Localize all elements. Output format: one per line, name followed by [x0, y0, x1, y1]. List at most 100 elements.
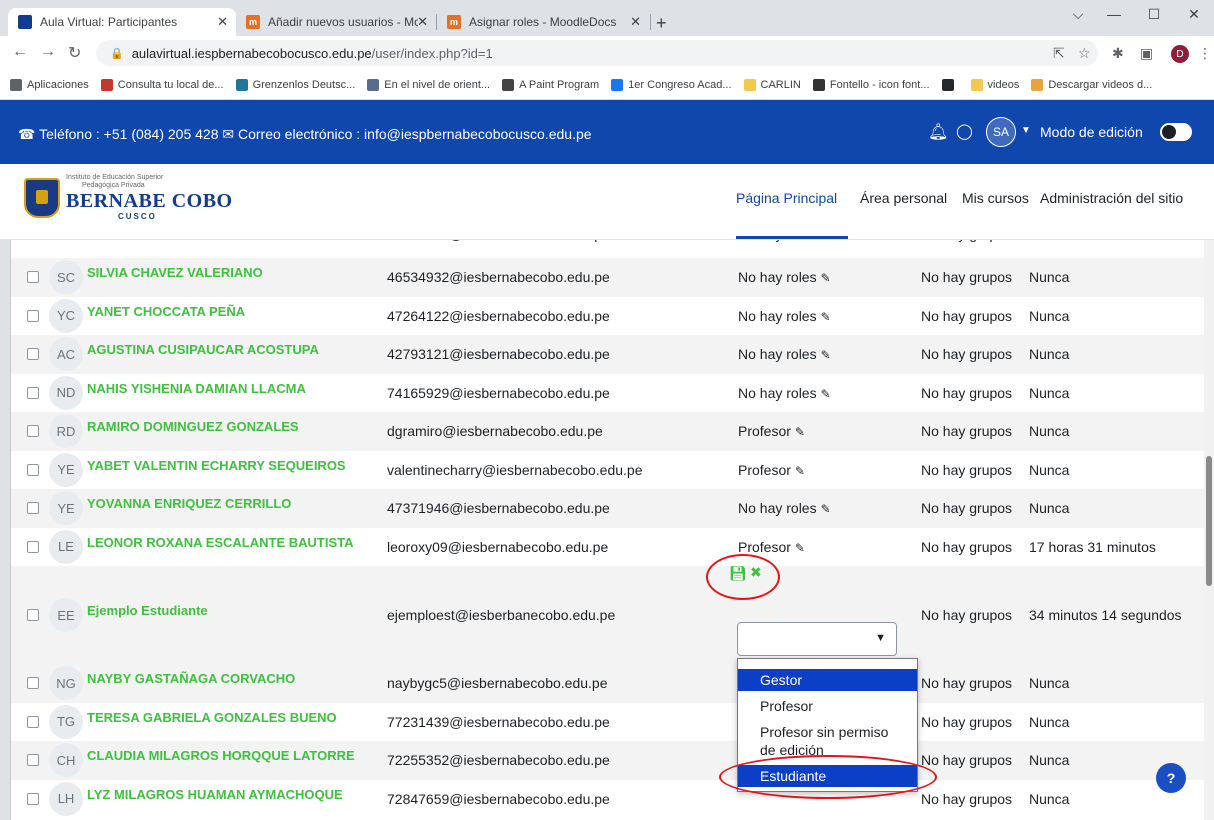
browser-tab-anadir-usuarios[interactable]: m Añadir nuevos usuarios - Moodle ✕: [236, 8, 436, 36]
edit-roles-pencil-icon[interactable]: ✎: [821, 502, 831, 516]
bookmark-item[interactable]: A Paint Program: [502, 78, 599, 91]
bookmark-item[interactable]: videos: [970, 78, 1019, 91]
share-icon[interactable]: ⇱: [1053, 45, 1065, 62]
tab-search-chevron-icon[interactable]: ⌵: [1058, 6, 1098, 23]
user-fullname-link[interactable]: YABET VALENTIN ECHARRY SEQUEIROS: [87, 458, 346, 473]
bookmark-item[interactable]: Fontello - icon font...: [812, 78, 930, 91]
bookmark-item[interactable]: CARLIN: [743, 78, 801, 91]
select-user-checkbox[interactable]: [27, 463, 39, 476]
edit-roles-pencil-icon[interactable]: ✎: [821, 310, 831, 324]
browser-profile-avatar[interactable]: D: [1171, 45, 1189, 63]
user-fullname-link[interactable]: SILVIA CHAVEZ VALERIANO: [87, 265, 263, 280]
bookmark-item[interactable]: Aplicaciones: [10, 78, 89, 91]
table-row: YC YANET CHOCCATA PEÑA 47264122@iesbernabe…: [11, 297, 1204, 336]
bookmark-item[interactable]: Descargar videos d...: [1031, 78, 1152, 91]
user-fullname-link[interactable]: YANET CHOCCATA PEÑA: [87, 304, 245, 319]
side-panel-icon[interactable]: ▣: [1140, 45, 1153, 62]
edit-mode-toggle[interactable]: [1160, 123, 1192, 141]
bookmark-item[interactable]: Grenzenlos Deutsc...: [235, 78, 355, 91]
nav-mis-cursos[interactable]: Mis cursos: [962, 190, 1029, 206]
cancel-edit-icon[interactable]: ✖: [750, 564, 762, 581]
browser-menu-icon[interactable]: ⋮: [1198, 45, 1212, 62]
close-tab-icon[interactable]: ✕: [630, 14, 641, 30]
browser-tab-participantes[interactable]: Aula Virtual: Participantes ✕: [8, 8, 236, 36]
scrollbar-thumb[interactable]: [1206, 456, 1212, 586]
user-fullname-link[interactable]: LEONOR ROXANA ESCALANTE BAUTISTA: [87, 535, 354, 550]
edit-roles-pencil-icon[interactable]: ✎: [821, 271, 831, 285]
user-fullname-link[interactable]: LYZ MILAGROS HUAMAN AYMACHOQUE: [87, 787, 343, 802]
edit-mode-label: Modo de edición: [1040, 124, 1143, 140]
browser-tab-asignar-roles[interactable]: m Asignar roles - MoodleDocs ✕: [437, 8, 649, 36]
site-logo[interactable]: Instituto de Educación Superior Pedagógi…: [24, 174, 233, 221]
user-initials-avatar: TG: [49, 704, 83, 739]
table-row: EE Ejemplo Estudiante ejemploest@iesberban…: [11, 566, 1204, 664]
user-menu-chevron-down-icon[interactable]: ▼: [1021, 125, 1031, 136]
user-roles: No hay roles: [738, 240, 817, 242]
edit-roles-pencil-icon[interactable]: ✎: [795, 464, 805, 478]
user-fullname-link[interactable]: Ejemplo Estudiante: [87, 603, 208, 618]
select-user-checkbox[interactable]: [27, 715, 39, 728]
nav-administracion-sitio[interactable]: Administración del sitio: [1040, 190, 1183, 206]
user-fullname-link[interactable]: AGUSTINA CUSIPAUCAR ACOSTUPA: [87, 342, 319, 357]
address-bar[interactable]: 🔒 aulavirtual.iespbernabecobocusco.edu.p…: [96, 40, 1098, 66]
user-avatar[interactable]: SA: [986, 117, 1016, 147]
roles-text: No hay roles: [738, 240, 817, 242]
extensions-puzzle-icon[interactable]: ✱: [1112, 45, 1124, 62]
select-user-checkbox[interactable]: [27, 754, 39, 767]
forward-arrow-icon[interactable]: →: [40, 43, 56, 61]
bookmark-star-icon[interactable]: ☆: [1078, 45, 1091, 62]
select-user-checkbox[interactable]: [27, 792, 39, 805]
user-email: 46534932@iesbernabecobo.edu.pe: [387, 269, 610, 286]
select-user-checkbox[interactable]: [27, 540, 39, 553]
user-email: 42793121@iesbernabecobo.edu.pe: [387, 346, 610, 363]
select-user-checkbox[interactable]: [27, 502, 39, 515]
minimize-window-icon[interactable]: —: [1094, 6, 1134, 22]
user-fullname-link[interactable]: NAYBY GASTAÑAGA CORVACHO: [87, 671, 295, 686]
reload-icon[interactable]: ↻: [68, 43, 81, 63]
user-fullname-link[interactable]: NAHIS YISHENIA DAMIAN LLACMA: [87, 381, 306, 396]
new-tab-button[interactable]: +: [656, 13, 667, 34]
table-row-partial: 47286777@iesbernabecobo.edu.pe No hay rol…: [11, 240, 1204, 248]
save-role-icon[interactable]: 💾︎: [729, 565, 747, 582]
select-user-checkbox[interactable]: [27, 309, 39, 322]
bookmark-item[interactable]: [941, 78, 959, 91]
edit-roles-pencil-icon[interactable]: ✎: [821, 387, 831, 401]
roles-text: No hay roles: [738, 346, 817, 363]
close-window-icon[interactable]: ✕: [1174, 6, 1214, 23]
contact-info-text: ☎ Teléfono : +51 (084) 205 428 ✉ Correo …: [18, 126, 592, 142]
bookmark-item[interactable]: En el nivel de orient...: [367, 78, 490, 91]
select-user-checkbox[interactable]: [27, 609, 39, 621]
role-select[interactable]: ▼: [737, 622, 897, 656]
user-fullname-link[interactable]: YOVANNA ENRIQUEZ CERRILLO: [87, 496, 291, 511]
notifications-bell-icon[interactable]: 🔔︎: [928, 122, 948, 142]
role-option-profesor-sin-permiso[interactable]: Profesor sin permiso de edición: [738, 723, 914, 759]
bookmark-item[interactable]: Consulta tu local de...: [100, 78, 224, 91]
bookmark-item[interactable]: 1er Congreso Acad...: [611, 78, 732, 91]
select-user-checkbox[interactable]: [27, 425, 39, 438]
user-fullname-link[interactable]: CLAUDIA MILAGROS HORQQUE LATORRE: [87, 748, 355, 763]
user-groups: No hay grupos: [921, 269, 1013, 286]
select-user-checkbox[interactable]: [27, 348, 39, 361]
user-fullname-link[interactable]: RAMIRO DOMINGUEZ GONZALES: [87, 419, 299, 434]
facebook-icon: [611, 78, 624, 91]
role-option-gestor[interactable]: Gestor: [738, 669, 917, 691]
edit-roles-pencil-icon[interactable]: ✎: [795, 541, 805, 555]
select-user-checkbox[interactable]: [27, 677, 39, 690]
page-scrollbar[interactable]: [1204, 240, 1214, 820]
maximize-window-icon[interactable]: ☐: [1134, 6, 1174, 23]
messages-chat-icon[interactable]: ◯: [956, 122, 973, 140]
select-user-checkbox[interactable]: [27, 386, 39, 399]
role-option-profesor[interactable]: Profesor: [738, 697, 917, 715]
edit-roles-pencil-icon[interactable]: ✎: [821, 348, 831, 362]
close-tab-icon[interactable]: ✕: [417, 14, 428, 30]
nav-area-personal[interactable]: Área personal: [860, 190, 947, 206]
help-button[interactable]: ?: [1156, 763, 1186, 793]
edit-roles-pencil-icon[interactable]: ✎: [795, 425, 805, 439]
back-arrow-icon[interactable]: ←: [12, 43, 28, 61]
select-user-checkbox[interactable]: [27, 271, 39, 284]
role-option-estudiante[interactable]: Estudiante: [738, 765, 917, 787]
user-roles: Profesor ✎: [738, 462, 805, 478]
nav-pagina-principal[interactable]: Página Principal: [736, 190, 837, 206]
user-fullname-link[interactable]: TERESA GABRIELA GONZALES BUENO: [87, 710, 337, 725]
close-tab-icon[interactable]: ✕: [217, 14, 228, 30]
